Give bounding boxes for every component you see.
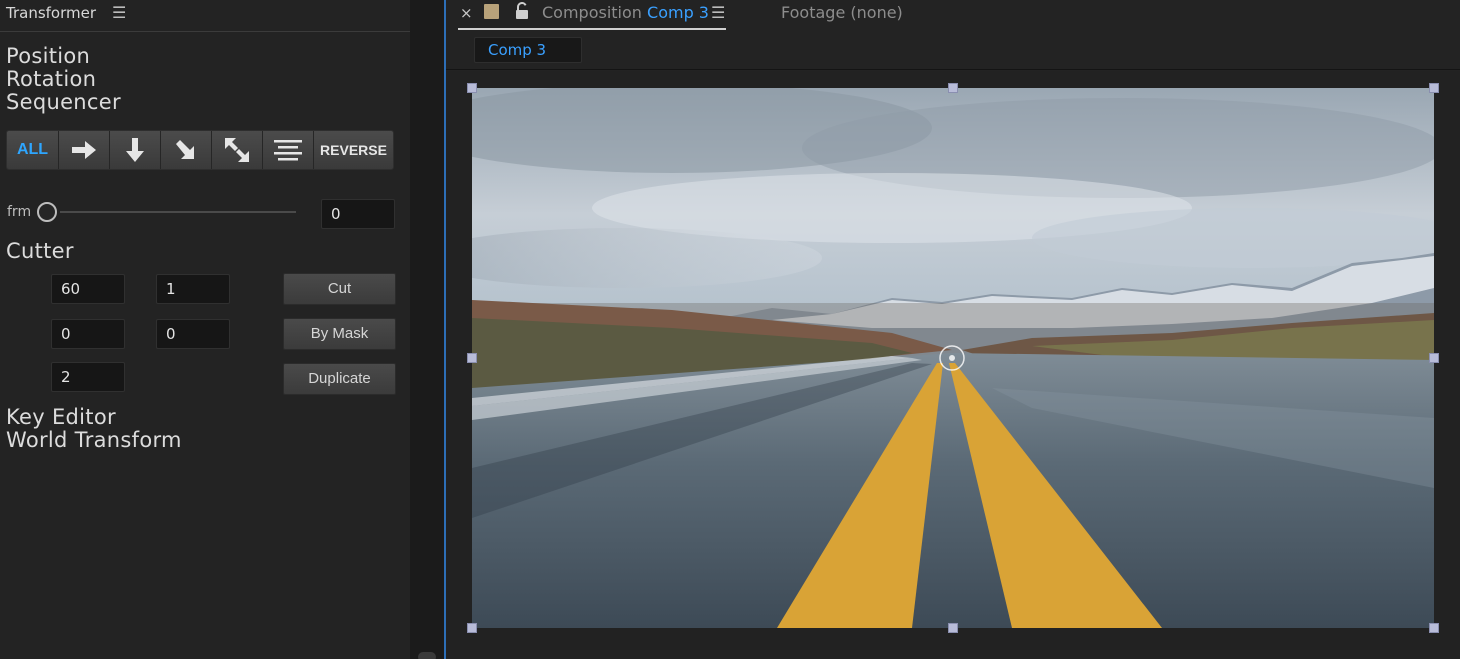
sequence-expand-button[interactable] <box>212 131 263 169</box>
composition-viewer-panel: × Composition Comp 3 ☰ Footage (none) Co… <box>444 0 1460 659</box>
duplicate-button[interactable]: Duplicate <box>283 363 396 395</box>
hamburger-menu-icon[interactable]: ☰ <box>112 3 126 22</box>
sequence-diagonal-button[interactable] <box>161 131 212 169</box>
cutter-field-5[interactable]: 2 <box>51 362 125 392</box>
frm-label: frm <box>7 204 32 220</box>
panel-title: Transformer <box>6 4 97 22</box>
section-rotation[interactable]: Rotation <box>6 68 96 91</box>
tab-menu-icon[interactable]: ☰ <box>711 3 725 22</box>
transformer-panel: Transformer ☰ Position Rotation Sequence… <box>0 0 410 659</box>
sequence-down-button[interactable] <box>110 131 161 169</box>
transform-handle-top-center[interactable] <box>948 83 958 93</box>
label-color-swatch[interactable] <box>484 4 499 19</box>
road-photo-layer[interactable] <box>472 88 1434 628</box>
arrow-diagonal-expand-icon <box>225 138 249 162</box>
arrow-down-icon <box>126 138 144 162</box>
road-landscape-image <box>472 88 1434 628</box>
comp-subtab[interactable]: Comp 3 <box>474 37 582 63</box>
cutter-field-2[interactable]: 1 <box>156 274 230 304</box>
tab-footage-value: (none) <box>850 3 903 22</box>
unlock-icon[interactable] <box>514 2 530 20</box>
section-cutter[interactable]: Cutter <box>6 240 74 263</box>
section-key-editor[interactable]: Key Editor <box>6 406 116 429</box>
arrow-down-right-icon <box>176 140 194 159</box>
scrollbar-thumb[interactable] <box>418 652 436 659</box>
close-tab-icon[interactable]: × <box>460 4 473 22</box>
transform-handle-bottom-left[interactable] <box>467 623 477 633</box>
sequence-right-button[interactable] <box>59 131 110 169</box>
transform-handle-bottom-center[interactable] <box>948 623 958 633</box>
frame-input[interactable]: 0 <box>321 199 395 229</box>
arrow-right-icon <box>72 141 96 159</box>
tab-footage[interactable]: Footage (none) <box>781 3 903 22</box>
transform-handle-middle-right[interactable] <box>1429 353 1439 363</box>
tab-composition-name: Comp 3 <box>647 3 709 22</box>
panel-header: Transformer ☰ <box>0 0 410 32</box>
frame-slider-knob[interactable] <box>37 202 57 222</box>
transform-handle-top-left[interactable] <box>467 83 477 93</box>
cutter-field-4[interactable]: 0 <box>156 319 230 349</box>
transform-handle-middle-left[interactable] <box>467 353 477 363</box>
tab-composition[interactable]: Composition Comp 3 <box>542 3 709 22</box>
section-world-transform[interactable]: World Transform <box>6 429 182 452</box>
transform-handle-top-right[interactable] <box>1429 83 1439 93</box>
all-button[interactable]: ALL <box>7 131 59 169</box>
align-center-lines-icon <box>274 140 302 161</box>
viewer-tabbar: × Composition Comp 3 ☰ Footage (none) <box>446 0 1460 30</box>
cut-button[interactable]: Cut <box>283 273 396 305</box>
comp-navigator: Comp 3 <box>446 30 1460 70</box>
section-position[interactable]: Position <box>6 45 90 68</box>
sequencer-direction-bar: ALL REVERSE <box>6 130 394 170</box>
tab-footage-label: Footage <box>781 3 846 22</box>
sequence-center-button[interactable] <box>263 131 314 169</box>
composition-canvas[interactable] <box>446 71 1460 659</box>
cutter-field-1[interactable]: 60 <box>51 274 125 304</box>
section-sequencer[interactable]: Sequencer <box>6 91 121 114</box>
tab-composition-prefix: Composition <box>542 3 642 22</box>
frame-slider-track[interactable] <box>60 211 296 213</box>
transform-handle-bottom-right[interactable] <box>1429 623 1439 633</box>
panel-scrollbar[interactable] <box>410 0 444 659</box>
reverse-button[interactable]: REVERSE <box>314 131 393 169</box>
by-mask-button[interactable]: By Mask <box>283 318 396 350</box>
cutter-field-3[interactable]: 0 <box>51 319 125 349</box>
